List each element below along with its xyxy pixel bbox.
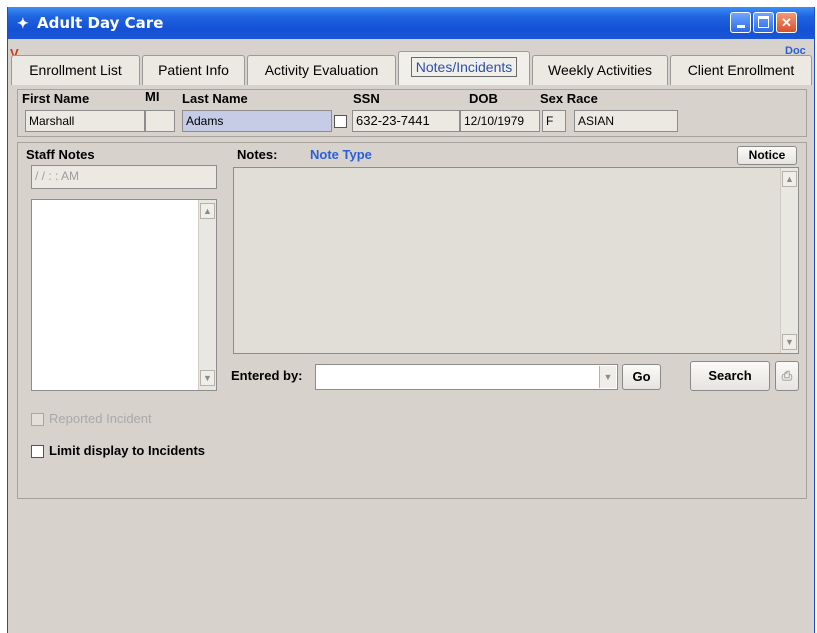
scroll-up-icon[interactable]: ▲ [782, 171, 797, 187]
staff-notes-list[interactable]: ▲ ▼ [31, 199, 217, 391]
close-button[interactable]: ✕ [776, 12, 797, 33]
reported-incident-label: Reported Incident [49, 411, 152, 426]
tab-enrollment-list[interactable]: Enrollment List [11, 55, 140, 85]
minimize-button[interactable] [730, 12, 751, 33]
ssn-label: SSN [353, 91, 380, 106]
ssn-checkbox[interactable] [334, 115, 347, 128]
close-icon: ✕ [781, 15, 792, 30]
notice-button[interactable]: Notice [737, 146, 797, 165]
scroll-down-icon[interactable]: ▼ [782, 334, 797, 350]
first-name-field[interactable]: Marshall [25, 110, 145, 132]
tab-activity-evaluation[interactable]: Activity Evaluation [247, 55, 396, 85]
first-name-label: First Name [22, 91, 90, 106]
tab-strip: V Doc Enrollment List Patient Info Activ… [8, 45, 814, 89]
go-button[interactable]: Go [622, 364, 661, 390]
limit-display-checkbox[interactable] [31, 445, 44, 458]
printer-icon: ⎙ [781, 368, 793, 383]
tab-notes-incidents[interactable]: Notes/Incidents [398, 51, 530, 85]
notes-label: Notes: [237, 147, 278, 162]
notes-textarea[interactable]: ▲ ▼ [233, 167, 799, 354]
reported-incident-checkbox[interactable] [31, 413, 44, 426]
staff-notes-scrollbar[interactable]: ▲ ▼ [198, 200, 216, 390]
print-button[interactable]: ⎙ [775, 361, 799, 391]
tab-client-enrollment[interactable]: Client Enrollment [670, 55, 812, 85]
scroll-down-icon[interactable]: ▼ [200, 370, 215, 386]
dob-field[interactable]: 12/10/1979 [460, 110, 540, 132]
tab-patient-info[interactable]: Patient Info [142, 55, 245, 85]
maximize-icon [758, 16, 769, 28]
notes-scrollbar[interactable]: ▲ ▼ [780, 168, 798, 353]
race-field[interactable]: ASIAN [574, 110, 678, 132]
entered-by-combobox[interactable]: ▼ [315, 364, 618, 390]
sex-field[interactable]: F [542, 110, 566, 132]
note-type-label[interactable]: Note Type [310, 147, 372, 162]
ssn-field[interactable]: 632-23-7441 [352, 110, 460, 132]
maximize-button[interactable] [753, 12, 774, 33]
title-bar[interactable]: ✦ Adult Day Care ✕ [8, 7, 814, 39]
person-icon: ✦ [17, 15, 29, 31]
limit-display-label: Limit display to Incidents [49, 443, 206, 458]
window-title: Adult Day Care [37, 14, 164, 32]
last-name-label: Last Name [182, 91, 248, 106]
dob-label: DOB [469, 91, 498, 106]
minimize-icon [736, 25, 745, 28]
chevron-down-icon[interactable]: ▼ [599, 366, 616, 388]
entered-by-label: Entered by: [231, 368, 303, 383]
patient-header-group: First Name MI Last Name SSN DOB Sex Race… [17, 89, 807, 137]
mi-label: MI [145, 89, 160, 104]
tab-weekly-activities[interactable]: Weekly Activities [532, 55, 668, 85]
staff-notes-datetime[interactable]: / / : : AM [31, 165, 217, 189]
sex-race-label: Sex Race [540, 91, 598, 106]
notes-group: Staff Notes / / : : AM ▲ ▼ Notes: Note T… [17, 142, 807, 499]
search-button[interactable]: Search [690, 361, 770, 391]
mi-field[interactable] [145, 110, 175, 132]
last-name-field[interactable]: Adams [182, 110, 332, 132]
staff-notes-label: Staff Notes [26, 147, 95, 162]
scroll-up-icon[interactable]: ▲ [200, 203, 215, 219]
app-window: ✦ Adult Day Care ✕ V Doc Enrollment List… [7, 7, 815, 633]
